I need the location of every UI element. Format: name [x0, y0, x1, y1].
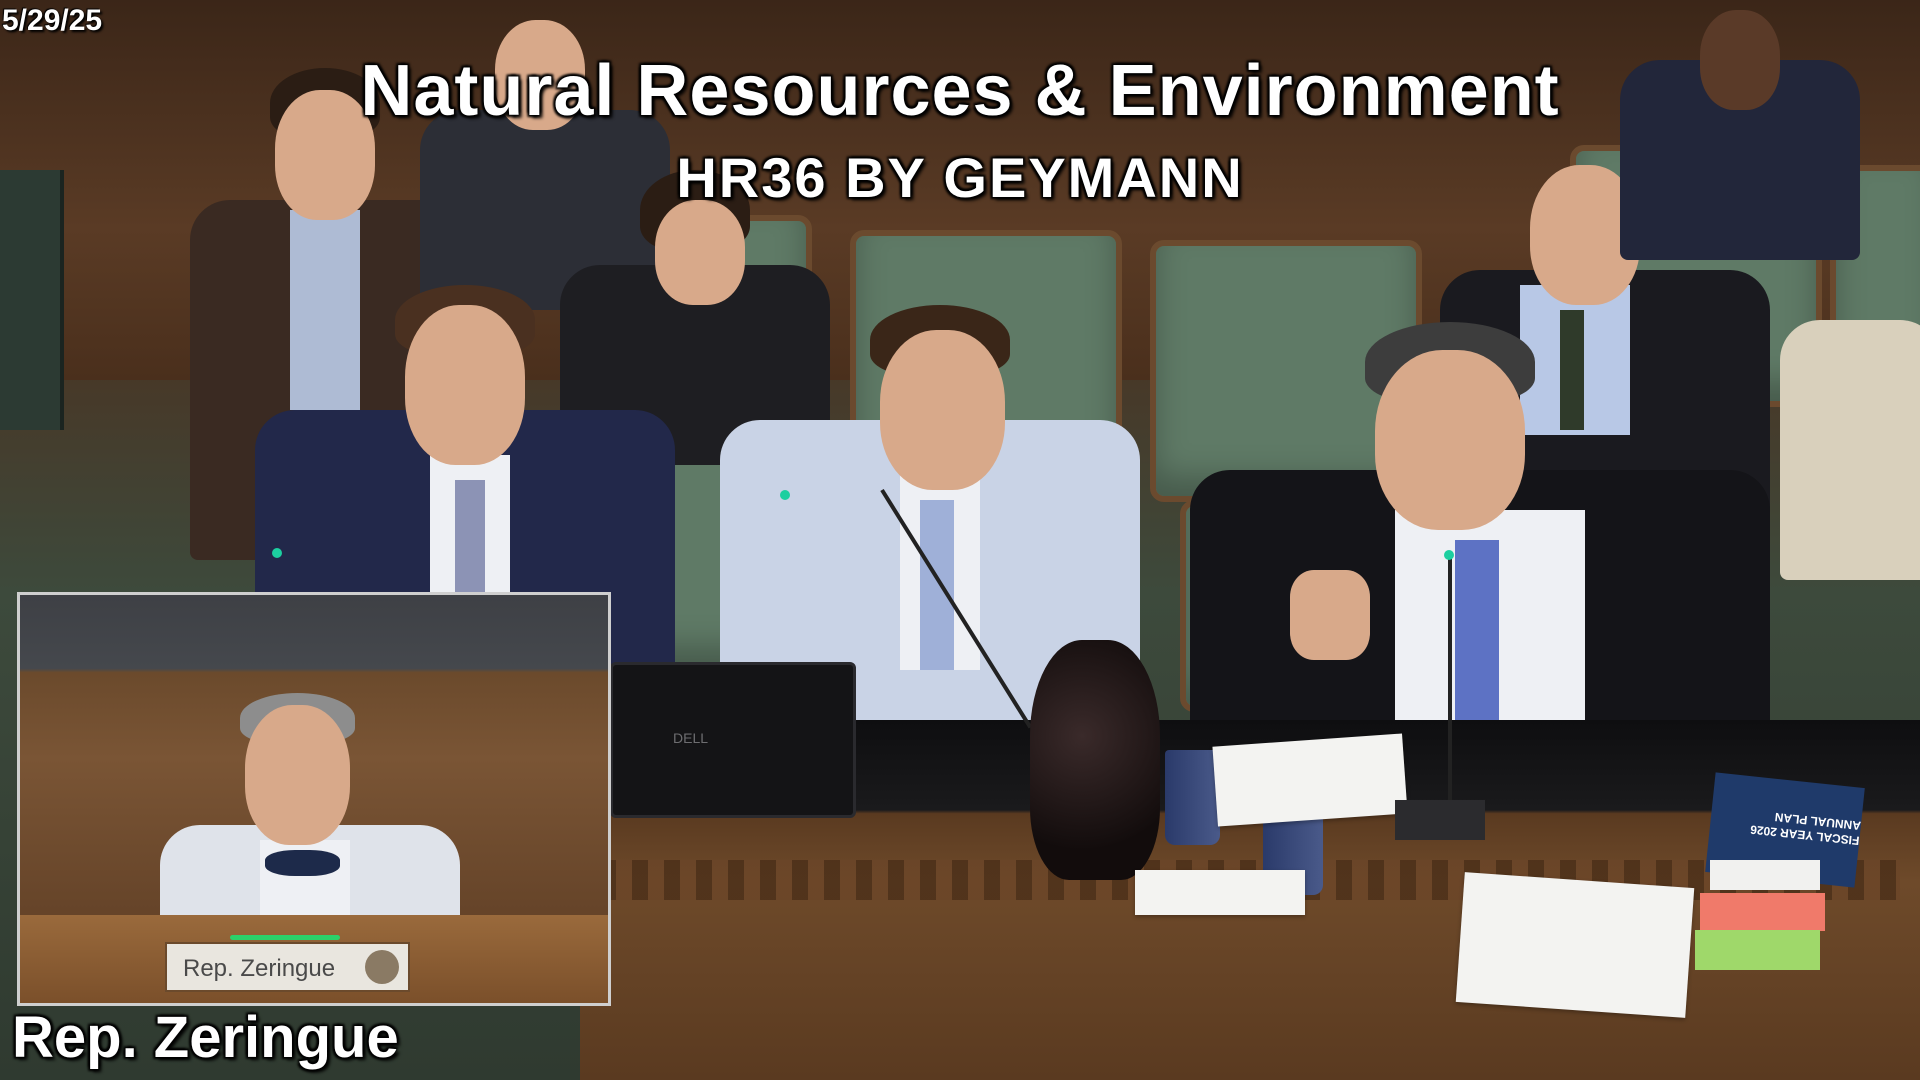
- state-seal-icon: [365, 950, 399, 984]
- water-pitcher: [1030, 640, 1160, 880]
- broadcast-date: 5/29/25: [2, 4, 103, 37]
- bill-title: HR36 BY GEYMANN: [676, 146, 1244, 209]
- mic-light: [272, 548, 282, 558]
- laptop-logo: DELL: [673, 730, 709, 746]
- laptop: DELL: [610, 662, 856, 818]
- mic-light: [1444, 550, 1454, 560]
- microphone: [1448, 555, 1452, 805]
- sticky-notes: [1710, 860, 1820, 890]
- sticky-notes: [1695, 930, 1820, 970]
- speaker-label: Rep. Zeringue: [12, 1005, 399, 1070]
- picture-in-picture: Rep. Zeringue: [17, 592, 611, 1006]
- pip-mic-indicator: [230, 935, 340, 940]
- table-nameplate: [1395, 800, 1485, 840]
- mic-light: [780, 490, 790, 500]
- napkin: [1135, 870, 1305, 915]
- booklet-title: FISCAL YEAR 2026 ANNUAL PLAN: [1749, 809, 1862, 848]
- papers: [1455, 872, 1695, 1018]
- paper-cup: [1165, 750, 1220, 845]
- papers: [1212, 733, 1408, 827]
- committee-title: Natural Resources & Environment: [360, 51, 1560, 131]
- sticky-notes: [1700, 893, 1825, 931]
- bow-tie: [265, 850, 340, 876]
